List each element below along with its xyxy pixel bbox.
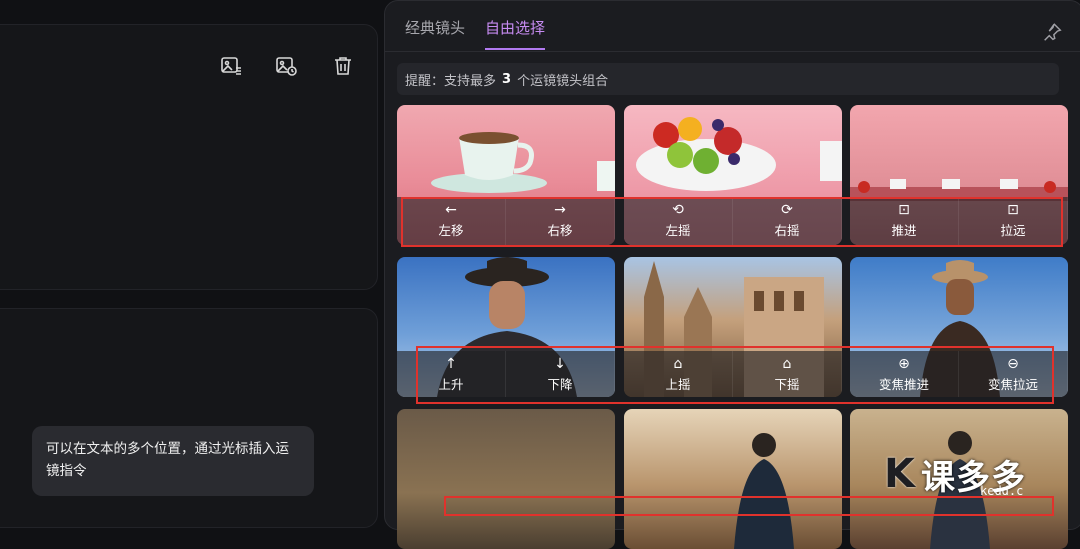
trash-icon[interactable] [330, 53, 356, 79]
descend-button[interactable]: ↓ 下降 [506, 351, 615, 397]
button-label: 变焦拉远 [987, 377, 1038, 392]
arrow-left-icon: ← [445, 202, 457, 218]
arrow-right-icon: → [554, 202, 566, 218]
tilt-down-button[interactable]: ⌂ 下摇 [733, 351, 842, 397]
pan-left-button[interactable]: ⟲ 左摇 [624, 197, 733, 245]
button-label: 上摇 [665, 377, 691, 392]
push-in-button[interactable]: ⊡ 推进 [850, 197, 959, 245]
pan-left-icon: ⟲ [672, 202, 684, 218]
zoom-out-button[interactable]: ⊖ 变焦拉远 [959, 351, 1068, 397]
button-label: 下降 [547, 377, 573, 392]
limit-notice: 提醒：支持最多 3 个运镜镜头组合 [397, 63, 1059, 95]
tilt-down-icon: ⌂ [782, 356, 792, 372]
image-time-icon[interactable] [273, 53, 299, 79]
tab-divider [385, 51, 1080, 52]
pan-right-icon: ⟳ [781, 202, 793, 218]
button-label: 右摇 [774, 223, 800, 238]
arrow-down-icon: ↓ [554, 356, 566, 372]
move-right-button[interactable]: → 右移 [506, 197, 615, 245]
rise-button[interactable]: ↑ 上升 [397, 351, 506, 397]
focus-out-icon: ⊡ [1007, 202, 1019, 218]
tab-bar: 经典镜头 自由选择 [405, 17, 546, 50]
notice-suffix: 个运镜镜头组合 [517, 73, 609, 89]
notice-count: 3 [502, 71, 512, 87]
zoom-in-icon: ⊕ [898, 356, 910, 372]
motion-card [624, 409, 842, 549]
button-label: 推进 [891, 223, 917, 238]
motion-card [397, 409, 615, 549]
motion-card: ⌂ 上摇 ⌂ 下摇 [624, 257, 842, 397]
tooltip-text: 可以在文本的多个位置，通过光标插入运镜指令 [46, 441, 289, 479]
button-label: 右移 [547, 223, 573, 238]
button-label: 上升 [438, 377, 464, 392]
motion-card: ⟲ 左摇 ⟳ 右摇 [624, 105, 842, 245]
editor-top-panel [0, 24, 378, 290]
pull-out-button[interactable]: ⊡ 拉远 [959, 197, 1068, 245]
zoom-out-icon: ⊖ [1007, 356, 1019, 372]
watermark-logo-icon: K [884, 451, 915, 497]
zoom-in-button[interactable]: ⊕ 变焦推进 [850, 351, 959, 397]
tab-free-select[interactable]: 自由选择 [485, 17, 546, 50]
tilt-up-button[interactable]: ⌂ 上摇 [624, 351, 733, 397]
pan-right-button[interactable]: ⟳ 右摇 [733, 197, 842, 245]
image-edit-icon[interactable] [218, 53, 244, 79]
tab-classic-shots[interactable]: 经典镜头 [405, 17, 465, 50]
button-label: 拉远 [1000, 223, 1026, 238]
motion-card: ← 左移 → 右移 [397, 105, 615, 245]
motion-card: ↑ 上升 ↓ 下降 [397, 257, 615, 397]
motion-card: ⊡ 推进 ⊡ 拉远 [850, 105, 1068, 245]
button-label: 下摇 [774, 377, 800, 392]
motion-card: ⊕ 变焦推进 ⊖ 变焦拉远 [850, 257, 1068, 397]
pin-icon[interactable] [1041, 21, 1063, 43]
notice-prefix: 提醒：支持最多 [405, 73, 497, 89]
button-label: 变焦推进 [878, 377, 929, 392]
street-image [734, 433, 794, 549]
move-left-button[interactable]: ← 左移 [397, 197, 506, 245]
tilt-up-icon: ⌂ [673, 356, 683, 372]
watermark-url: kedd.c [980, 484, 1024, 498]
insertion-tooltip: 可以在文本的多个位置，通过光标插入运镜指令 [32, 426, 314, 496]
button-label: 左摇 [665, 223, 691, 238]
button-label: 左移 [438, 223, 464, 238]
arrow-up-icon: ↑ [445, 356, 457, 372]
focus-in-icon: ⊡ [898, 202, 910, 218]
